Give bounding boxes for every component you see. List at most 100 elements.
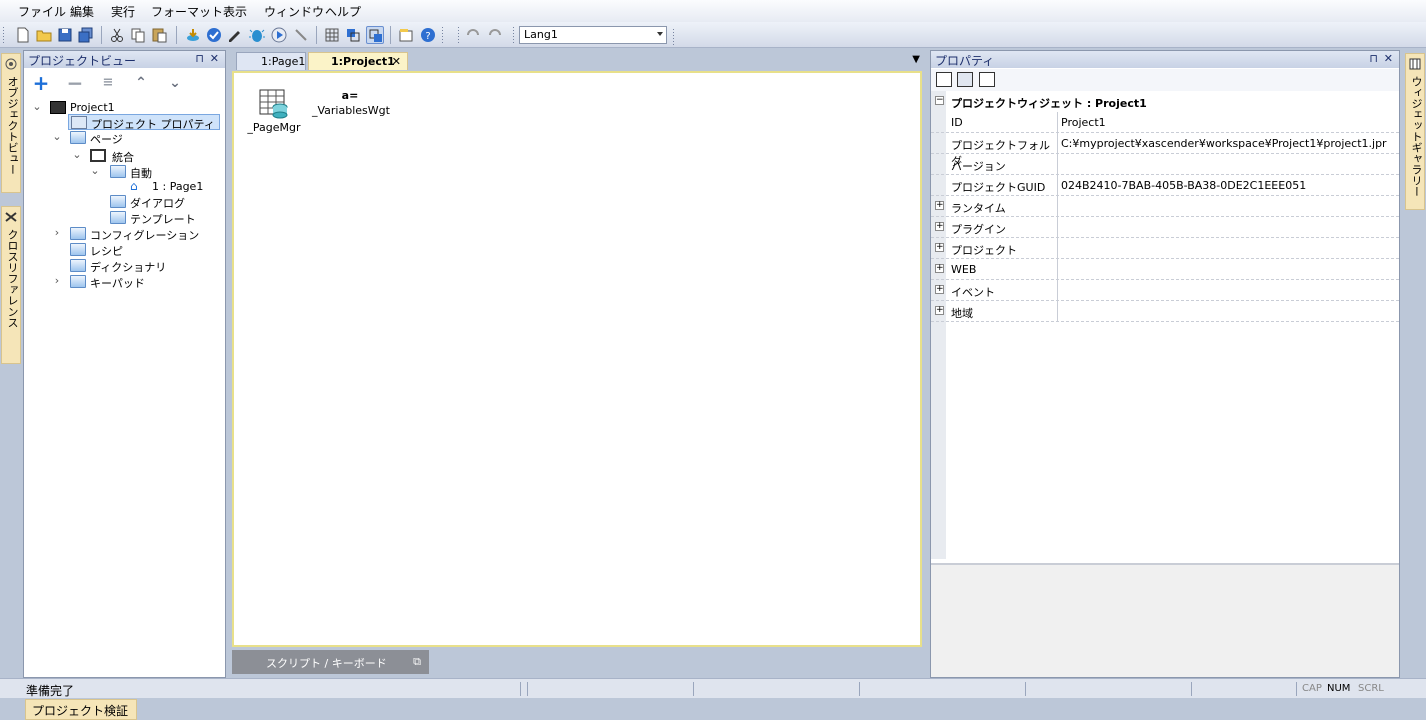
pin-icon[interactable]: ⊓ [1369, 52, 1378, 65]
tree-item-project-properties[interactable]: プロジェクト プロパティ [68, 114, 220, 131]
expand-icon[interactable]: + [935, 201, 944, 210]
project-validation-tab[interactable]: プロジェクト検証 [25, 699, 137, 720]
widget-page-manager[interactable]: _PageMgr [246, 87, 302, 134]
expand-icon[interactable]: + [935, 264, 944, 273]
chevron-down-icon[interactable]: ⌄ [52, 130, 62, 143]
tree-item-keypad[interactable]: › キーパッド [24, 274, 224, 290]
collapse-icon[interactable]: − [935, 96, 944, 105]
property-pages-icon[interactable] [979, 72, 995, 87]
send-back-icon[interactable] [366, 26, 384, 44]
close-icon[interactable]: ✕ [392, 55, 401, 68]
paste-icon[interactable] [150, 26, 168, 44]
tab-project1[interactable]: 1:Project1 ✕ [308, 52, 408, 70]
menu-format[interactable]: フォーマット [151, 3, 223, 20]
tree-item-auto[interactable]: ⌄ 自動 [24, 164, 224, 180]
tree-item-dictionary[interactable]: ディクショナリ [24, 258, 224, 274]
bug-icon[interactable] [248, 26, 266, 44]
side-tab-cross-reference[interactable]: クロスリファレンス [1, 206, 21, 364]
property-group-plugin[interactable]: + プラグイン [931, 217, 1399, 238]
redo-icon[interactable] [486, 26, 504, 44]
language-select[interactable]: Lang1 [519, 26, 667, 44]
expand-icon[interactable]: + [935, 222, 944, 231]
property-group-header[interactable]: − プロジェクトウィジェット : Project1 [931, 91, 1399, 112]
grid-icon[interactable] [323, 26, 341, 44]
widget-variables[interactable]: a= _VariablesWgt [312, 89, 390, 117]
toolbar-grip[interactable] [457, 26, 460, 44]
menu-help[interactable]: ヘルプ [325, 3, 361, 20]
add-icon[interactable]: + [32, 73, 50, 93]
properties-icon[interactable] [397, 26, 415, 44]
menu-run[interactable]: 実行 [111, 3, 135, 20]
pen-icon[interactable] [226, 26, 244, 44]
side-tab-widget-gallery[interactable]: ウィジェットギャラリー [1405, 53, 1425, 210]
open-folder-icon[interactable] [35, 26, 53, 44]
chevron-right-icon[interactable]: › [52, 274, 62, 287]
tab-page1-label: 1:Page1 [261, 55, 306, 68]
home-icon: ⌂ [130, 179, 138, 193]
property-group-web[interactable]: + WEB [931, 259, 1399, 280]
categorized-view-icon[interactable] [936, 72, 952, 87]
editor-canvas[interactable]: _PageMgr a= _VariablesWgt [232, 71, 922, 647]
chevron-down-icon[interactable]: ⌄ [72, 148, 82, 161]
expand-icon[interactable]: + [935, 306, 944, 315]
tree-item-page1[interactable]: ⌂ 1 : Page1 [24, 179, 224, 195]
remove-icon[interactable]: − [66, 73, 84, 93]
property-row-folder[interactable]: プロジェクトフォルダ C:¥myproject¥xascender¥worksp… [931, 133, 1399, 168]
close-icon[interactable]: ✕ [210, 52, 219, 65]
expand-icon[interactable]: + [935, 285, 944, 294]
menu-view[interactable]: 表示 [223, 3, 247, 20]
stop-icon[interactable] [292, 26, 310, 44]
chevron-right-icon[interactable]: › [52, 226, 62, 239]
property-group-region[interactable]: + 地域 [931, 301, 1399, 322]
save-icon[interactable] [56, 26, 74, 44]
property-row-version[interactable]: バージョン [931, 154, 1399, 175]
save-all-icon[interactable] [77, 26, 95, 44]
folder-icon [110, 165, 126, 178]
tab-page1[interactable]: 1:Page1 [236, 52, 306, 70]
property-group-project[interactable]: + プロジェクト [931, 238, 1399, 259]
property-row-guid[interactable]: プロジェクトGUID 024B2410-7BAB-405B-BA38-0DE2C… [931, 175, 1399, 196]
tab-list-dropdown-icon[interactable]: ▼ [912, 54, 920, 65]
tree-item-recipe[interactable]: レシピ [24, 242, 224, 258]
property-group-runtime[interactable]: + ランタイム [931, 196, 1399, 217]
tree-item-label: ページ [90, 133, 123, 146]
download-icon[interactable] [184, 26, 202, 44]
move-down-icon[interactable]: ⌄ [166, 75, 184, 93]
property-value[interactable]: 024B2410-7BAB-405B-BA38-0DE2C1EEE051 [1061, 179, 1306, 192]
tree-item-dialog[interactable]: ダイアログ [24, 194, 224, 210]
property-value[interactable]: C:¥myproject¥xascender¥workspace¥Project… [1061, 137, 1387, 150]
bring-front-icon[interactable] [344, 26, 362, 44]
validate-icon[interactable] [205, 26, 223, 44]
close-icon[interactable]: ✕ [1384, 52, 1393, 65]
tree-item-configuration[interactable]: › コンフィグレーション [24, 226, 224, 242]
property-row-id[interactable]: ID Project1 [931, 112, 1399, 133]
pin-icon[interactable]: ⊓ [195, 52, 204, 65]
tree-item-pages[interactable]: ⌄ ページ [24, 130, 224, 146]
chevron-down-icon[interactable]: ⌄ [90, 164, 100, 177]
help-icon[interactable]: ? [419, 26, 437, 44]
toolbar-grip[interactable] [441, 26, 444, 44]
expand-icon[interactable]: + [935, 243, 944, 252]
property-group-event[interactable]: + イベント [931, 280, 1399, 301]
menu-edit[interactable]: 編集 [70, 3, 94, 20]
side-tab-object-view[interactable]: オブジェクトビュー [1, 53, 21, 193]
toolbar-grip[interactable] [512, 26, 515, 44]
property-value[interactable]: Project1 [1061, 116, 1106, 129]
script-keyboard-tab[interactable]: スクリプト / キーボード ⧉ [232, 650, 429, 674]
copy-icon[interactable] [129, 26, 147, 44]
cut-icon[interactable] [108, 26, 126, 44]
alphabetical-view-icon[interactable] [957, 72, 973, 87]
play-icon[interactable] [270, 26, 288, 44]
new-icon[interactable] [14, 26, 32, 44]
rename-icon[interactable]: ≡ [99, 75, 117, 93]
tree-item-template[interactable]: テンプレート [24, 210, 224, 226]
menu-window[interactable]: ウィンドウ [264, 3, 324, 20]
toolbar-grip[interactable] [2, 26, 5, 44]
tree-item-integrated[interactable]: ⌄ 統合 [24, 148, 224, 164]
move-up-icon[interactable]: ⌃ [132, 75, 150, 93]
restore-window-icon[interactable]: ⧉ [413, 655, 421, 669]
menu-file[interactable]: ファイル [18, 3, 66, 20]
chevron-down-icon[interactable]: ⌄ [32, 100, 42, 113]
toolbar-grip[interactable] [672, 28, 675, 46]
undo-icon[interactable] [464, 26, 482, 44]
